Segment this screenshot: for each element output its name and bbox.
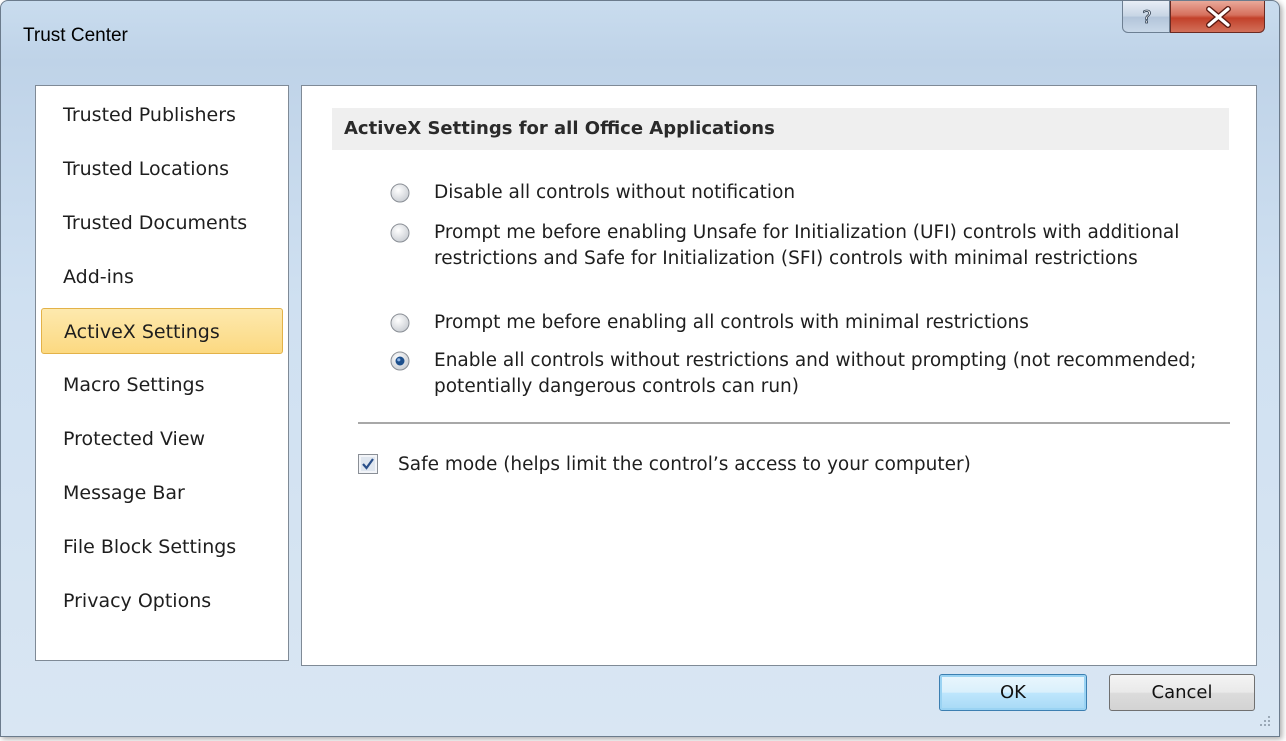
ok-button[interactable]: OK [939,674,1087,711]
option-label: Enable all controls without restrictions… [434,350,1197,397]
sidebar-item-privacy-options[interactable]: Privacy Options [41,578,283,624]
resize-grip-icon[interactable] [1253,711,1273,731]
sidebar-item-protected-view[interactable]: Protected View [41,416,283,462]
settings-panel: ActiveX Settings for all Office Applicat… [301,85,1257,666]
option-label: Prompt me before enabling Unsafe for Ini… [434,222,1180,269]
sidebar-item-activex-settings[interactable]: ActiveX Settings [41,308,283,354]
sidebar-item-message-bar[interactable]: Message Bar [41,470,283,516]
sidebar-item-macro-settings[interactable]: Macro Settings [41,362,283,408]
divider [358,422,1230,424]
window-title: Trust Center [23,25,128,46]
section-title: ActiveX Settings for all Office Applicat… [332,108,1229,150]
close-button[interactable] [1170,1,1265,33]
sidebar-item-trusted-documents[interactable]: Trusted Documents [41,200,283,246]
option-label: Disable all controls without notificatio… [434,182,796,203]
category-list: Trusted Publishers Trusted Locations Tru… [35,85,289,661]
svg-text:?: ? [1142,7,1152,28]
radio-button[interactable] [390,313,410,333]
sidebar-item-trusted-locations[interactable]: Trusted Locations [41,146,283,192]
safe-mode-label: Safe mode (helps limit the control’s acc… [398,454,971,475]
sidebar-item-file-block-settings[interactable]: File Block Settings [41,524,283,570]
sidebar-item-add-ins[interactable]: Add-ins [41,254,283,300]
radio-button-selected[interactable] [390,351,410,371]
cancel-button[interactable]: Cancel [1109,674,1255,711]
safe-mode-checkbox[interactable] [358,454,378,474]
close-icon [1206,6,1231,28]
radio-button[interactable] [390,183,410,203]
trust-center-dialog: Trust Center ? Trusted Publishers Truste… [0,0,1280,737]
sidebar-item-trusted-publishers[interactable]: Trusted Publishers [41,92,283,138]
option-label: Prompt me before enabling all controls w… [434,312,1029,333]
radio-button[interactable] [390,223,410,243]
title-bar[interactable]: Trust Center ? [1,1,1279,73]
help-button[interactable]: ? [1122,1,1170,33]
help-icon: ? [1142,7,1152,29]
